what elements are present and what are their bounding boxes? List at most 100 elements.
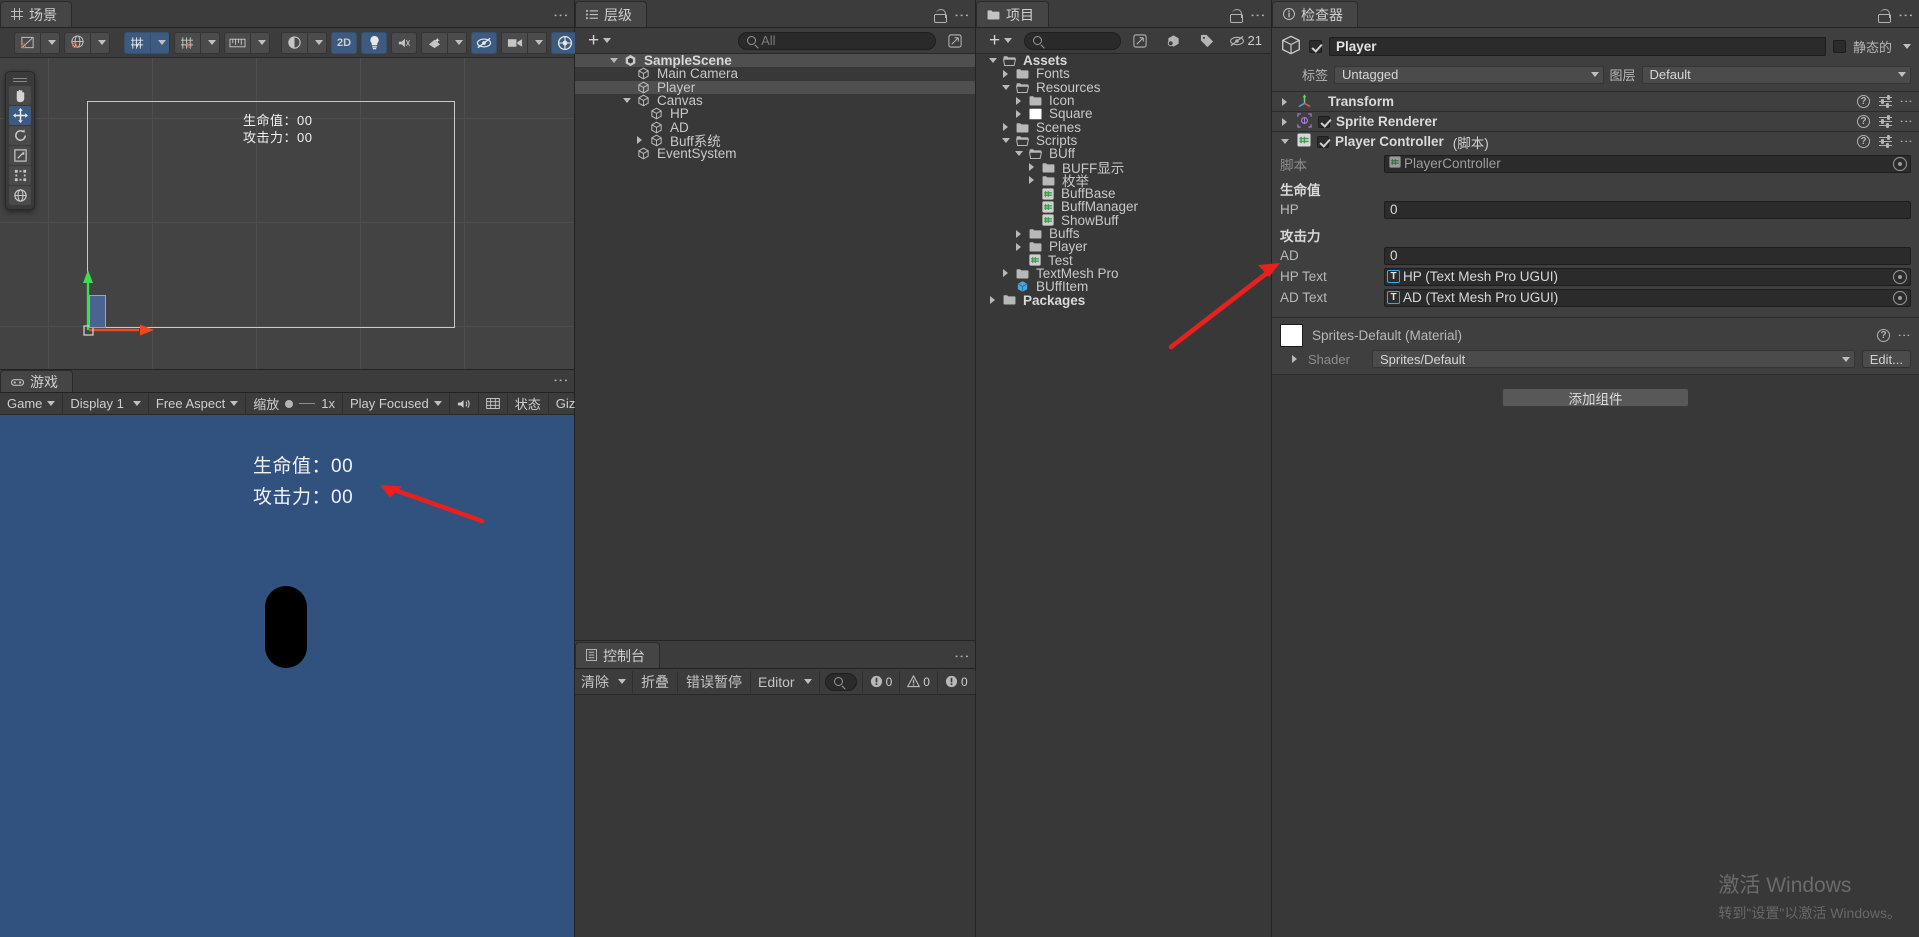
sprite-renderer-twisty[interactable] — [1278, 118, 1291, 126]
tree-row[interactable]: Scripts — [976, 134, 1271, 147]
add-component-button[interactable]: 添加组件 — [1502, 388, 1689, 407]
transform-twisty[interactable] — [1278, 98, 1291, 106]
ruler-dropdown[interactable] — [250, 32, 270, 54]
lighting-dropdown[interactable] — [307, 32, 327, 54]
console-editor-dropdown[interactable]: Editor — [751, 671, 820, 693]
console-warning-count[interactable]: 0 — [899, 671, 937, 693]
tree-row[interactable]: BuffManager — [976, 200, 1271, 213]
console-clear-button[interactable]: 清除 — [575, 671, 633, 693]
tree-row[interactable]: Test — [976, 253, 1271, 266]
hand-tool-icon[interactable] — [9, 86, 31, 105]
twisty-toggle[interactable] — [986, 296, 999, 304]
component-player-controller-header[interactable]: Player Controller (脚本) ? ⋮ — [1272, 132, 1919, 151]
console-log-count[interactable]: 0 — [862, 671, 900, 693]
hierarchy-add-button[interactable]: + — [581, 31, 618, 51]
twisty-toggle[interactable] — [1012, 110, 1025, 118]
stats-grid-icon[interactable] — [479, 393, 508, 415]
shaded-mode-icon[interactable] — [14, 32, 40, 54]
effects-icon[interactable] — [421, 32, 447, 54]
tree-row[interactable]: Canvas — [575, 94, 975, 107]
tree-row[interactable]: EventSystem — [575, 147, 975, 160]
tree-row[interactable]: AD — [575, 120, 975, 133]
tree-row[interactable]: BuffBase — [976, 187, 1271, 200]
ad-text-object-field[interactable]: T AD (Text Mesh Pro UGUI) — [1384, 289, 1911, 307]
camera-icon[interactable] — [501, 32, 527, 54]
console-search-input[interactable] — [825, 673, 857, 691]
sprite-renderer-help-icon[interactable]: ? — [1857, 115, 1870, 128]
tab-project[interactable]: 项目 — [976, 1, 1049, 27]
twisty-toggle[interactable] — [999, 70, 1012, 78]
shader-dropdown[interactable]: Sprites/Default — [1372, 350, 1855, 368]
transform-help-icon[interactable]: ? — [1857, 95, 1870, 108]
tree-row[interactable]: Packages — [976, 293, 1271, 306]
tab-console[interactable]: 控制台 — [575, 642, 660, 668]
tree-row[interactable]: Player — [575, 81, 975, 94]
player-controller-help-icon[interactable]: ? — [1857, 135, 1870, 148]
stats-button[interactable]: 状态 — [508, 393, 549, 415]
tree-row[interactable]: ShowBuff — [976, 214, 1271, 227]
ruler-icon[interactable] — [224, 32, 250, 54]
play-mode-dropdown[interactable]: Play Focused — [343, 393, 450, 415]
globe-icon[interactable] — [64, 32, 90, 54]
twisty-toggle[interactable] — [1012, 230, 1025, 238]
rotate-tool-icon[interactable] — [9, 126, 31, 145]
tree-row[interactable]: BUffItem — [976, 280, 1271, 293]
static-dropdown-caret[interactable] — [1903, 44, 1911, 49]
tree-row[interactable]: Buffs — [976, 227, 1271, 240]
tab-game[interactable]: 游戏 — [0, 370, 73, 392]
component-transform-header[interactable]: Transform ? ⋮ — [1272, 92, 1919, 111]
effects-dropdown[interactable] — [447, 32, 467, 54]
mute-audio-icon[interactable] — [450, 393, 479, 415]
tree-row[interactable]: Square — [976, 107, 1271, 120]
console-collapse-button[interactable]: 折叠 — [633, 671, 678, 693]
console-log-area[interactable] — [575, 695, 975, 937]
hierarchy-search-input[interactable]: All — [738, 32, 936, 50]
tree-row[interactable]: Player — [976, 240, 1271, 253]
object-enabled-checkbox[interactable] — [1309, 40, 1322, 53]
scene-menu-kebab[interactable]: ⋮ — [555, 8, 565, 23]
sprite-renderer-preset-icon[interactable] — [1879, 116, 1892, 128]
twisty-toggle[interactable] — [999, 123, 1012, 131]
hierarchy-tree[interactable]: SampleSceneMain CameraPlayerCanvasHPADBu… — [575, 54, 975, 640]
palette-grip[interactable] — [9, 75, 31, 84]
twisty-toggle[interactable] — [633, 136, 646, 144]
tree-row[interactable]: Buff系统 — [575, 134, 975, 147]
object-name-input[interactable]: Player — [1329, 37, 1826, 56]
tree-row[interactable]: Fonts — [976, 67, 1271, 80]
project-lock-icon[interactable] — [1229, 9, 1242, 23]
twisty-toggle[interactable] — [620, 98, 633, 103]
grid-axis-dropdown[interactable] — [150, 32, 170, 54]
ad-input[interactable]: 0 — [1384, 247, 1911, 265]
script-picker-icon[interactable] — [1893, 157, 1907, 171]
game-menu-kebab[interactable]: ⋮ — [555, 373, 565, 388]
twisty-toggle[interactable] — [607, 58, 620, 63]
transform-kebab[interactable]: ⋮ — [1901, 95, 1911, 108]
move-tool-icon[interactable] — [9, 106, 31, 125]
player-controller-preset-icon[interactable] — [1879, 136, 1892, 148]
transform-preset-icon[interactable] — [1879, 96, 1892, 108]
grid-snap-icon[interactable] — [174, 32, 200, 54]
tree-row[interactable]: SampleScene — [575, 54, 975, 67]
inspector-menu-kebab[interactable]: ⋮ — [1900, 8, 1910, 23]
hierarchy-lock-icon[interactable] — [933, 9, 946, 23]
material-help-icon[interactable]: ? — [1877, 329, 1890, 342]
scale-slider-handle[interactable] — [285, 400, 293, 408]
draw-mode-dropdown[interactable] — [40, 32, 60, 54]
scene-viewport[interactable]: 生命值：00 攻击力：00 — [0, 58, 574, 369]
twisty-toggle[interactable] — [1025, 163, 1038, 171]
material-twisty[interactable] — [1288, 355, 1301, 363]
twisty-toggle[interactable] — [1012, 97, 1025, 105]
hp-text-picker-icon[interactable] — [1893, 270, 1907, 284]
tree-row[interactable]: Main Camera — [575, 67, 975, 80]
project-popout-icon[interactable] — [1126, 31, 1154, 51]
shader-edit-button[interactable]: Edit... — [1862, 350, 1911, 368]
hp-text-object-field[interactable]: T HP (Text Mesh Pro UGUI) — [1384, 268, 1911, 286]
material-kebab[interactable]: ⋮ — [1899, 329, 1909, 342]
ad-text-picker-icon[interactable] — [1893, 291, 1907, 305]
hp-input[interactable]: 0 — [1384, 201, 1911, 219]
gizmos-icon[interactable] — [551, 32, 577, 54]
twisty-toggle[interactable] — [1012, 243, 1025, 251]
rect-tool-icon[interactable] — [9, 166, 31, 185]
grid-axis-icon[interactable]: Y — [124, 32, 150, 54]
scale-slider[interactable]: 缩放 1x — [246, 393, 343, 415]
